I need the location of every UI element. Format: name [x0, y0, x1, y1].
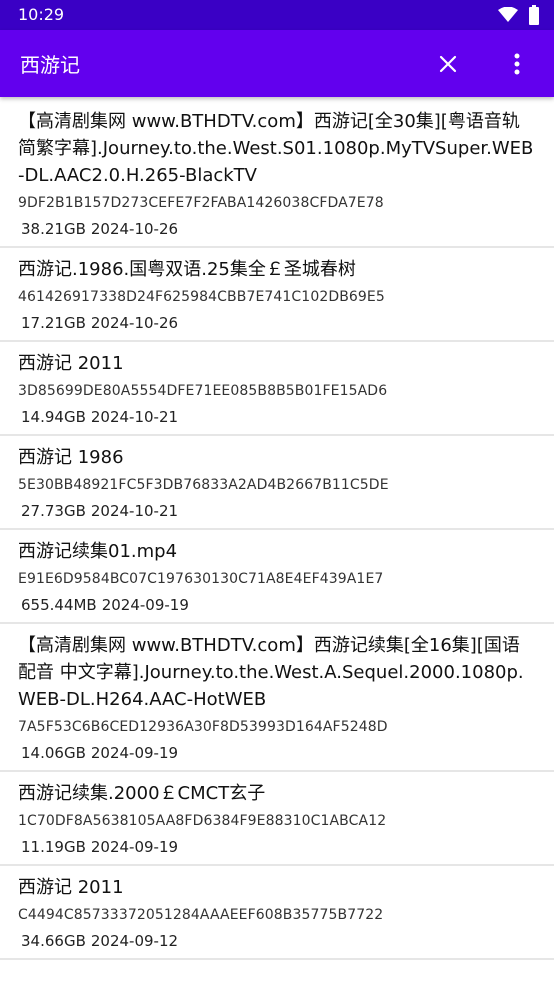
item-size: 34.66GB: [21, 932, 86, 950]
item-meta: 655.44MB 2024-09-19: [18, 594, 536, 616]
app-bar: 西游记: [0, 30, 554, 97]
list-item[interactable]: 【高清剧集网 www.BTHDTV.com】西游记续集[全16集][国语配音 中…: [0, 624, 554, 772]
item-size: 11.19GB: [21, 838, 86, 856]
item-name: 西游记续集.2000￡CMCT玄子: [18, 783, 266, 804]
result-list: 【高清剧集网 www.BTHDTV.com】西游记[全30集][粤语音轨 简繁字…: [0, 100, 554, 960]
list-item[interactable]: 西游记 1986 5E30BB48921FC5F3DB76833A2AD4B26…: [0, 436, 554, 530]
item-hash: 1C70DF8A5638105AA8FD6384F9E88310C1ABCA12: [18, 813, 387, 829]
item-date: 2024-10-21: [90, 502, 179, 520]
item-name: 西游记.1986.国粤双语.25集全￡圣城春树: [18, 259, 356, 280]
item-hash: 3D85699DE80A5554DFE71EE085B8B5B01FE15AD6: [18, 383, 388, 399]
page-title: 西游记: [20, 53, 80, 77]
item-size: 17.21GB: [21, 314, 86, 332]
item-name: 西游记 1986: [18, 447, 124, 468]
item-name: 【高清剧集网 www.BTHDTV.com】西游记[全30集][粤语音轨 简繁字…: [18, 111, 534, 186]
battery-icon: [529, 5, 539, 25]
item-date: 2024-10-26: [90, 314, 179, 332]
close-search-button[interactable]: [426, 42, 470, 86]
item-date: 2024-09-12: [90, 932, 179, 950]
item-name: 西游记 2011: [18, 353, 124, 374]
list-item[interactable]: 西游记续集01.mp4 E91E6D9584BC07C197630130C71A…: [0, 530, 554, 624]
item-name: 西游记续集01.mp4: [18, 541, 178, 562]
more-vertical-icon: [514, 53, 520, 75]
item-date: 2024-10-26: [90, 220, 179, 238]
list-item[interactable]: 西游记 2011 C4494C85733372051284AAAEEF608B3…: [0, 866, 554, 960]
wifi-icon: [498, 7, 518, 22]
close-icon: [439, 55, 457, 73]
item-name: 【高清剧集网 www.BTHDTV.com】西游记续集[全16集][国语配音 中…: [18, 635, 524, 710]
item-size: 655.44MB: [21, 596, 97, 614]
item-hash: 5E30BB48921FC5F3DB76833A2AD4B2667B11C5DE: [18, 477, 389, 493]
item-date: 2024-10-21: [90, 408, 179, 426]
item-meta: 14.94GB 2024-10-21: [18, 406, 536, 428]
item-size: 14.06GB: [21, 744, 86, 762]
list-item[interactable]: 西游记 2011 3D85699DE80A5554DFE71EE085B8B5B…: [0, 342, 554, 436]
item-size: 27.73GB: [21, 502, 86, 520]
item-hash: 7A5F53C6B6CED12936A30F8D53993D164AF5248D: [18, 719, 388, 735]
item-size: 14.94GB: [21, 408, 86, 426]
more-options-button[interactable]: [495, 42, 539, 86]
list-item[interactable]: 【高清剧集网 www.BTHDTV.com】西游记[全30集][粤语音轨 简繁字…: [0, 100, 554, 248]
item-hash: E91E6D9584BC07C197630130C71A8E4EF439A1E7: [18, 571, 384, 587]
item-meta: 14.06GB 2024-09-19: [18, 742, 536, 764]
item-meta: 17.21GB 2024-10-26: [18, 312, 536, 334]
item-meta: 34.66GB 2024-09-12: [18, 930, 536, 952]
item-hash: 9DF2B1B157D273CEFE7F2FABA1426038CFDA7E78: [18, 195, 384, 211]
list-item[interactable]: 西游记续集.2000￡CMCT玄子 1C70DF8A5638105AA8FD63…: [0, 772, 554, 866]
item-date: 2024-09-19: [90, 838, 179, 856]
list-item[interactable]: 西游记.1986.国粤双语.25集全￡圣城春树 461426917338D24F…: [0, 248, 554, 342]
item-meta: 11.19GB 2024-09-19: [18, 836, 536, 858]
item-size: 38.21GB: [21, 220, 86, 238]
item-meta: 38.21GB 2024-10-26: [18, 218, 536, 240]
item-date: 2024-09-19: [90, 744, 179, 762]
item-hash: 461426917338D24F625984CBB7E741C102DB69E5: [18, 289, 385, 305]
item-name: 西游记 2011: [18, 877, 124, 898]
status-bar: 10:29: [0, 0, 554, 30]
item-meta: 27.73GB 2024-10-21: [18, 500, 536, 522]
status-time: 10:29: [18, 5, 65, 24]
item-date: 2024-09-19: [101, 596, 189, 614]
item-hash: C4494C85733372051284AAAEEF608B35775B7722: [18, 907, 384, 923]
